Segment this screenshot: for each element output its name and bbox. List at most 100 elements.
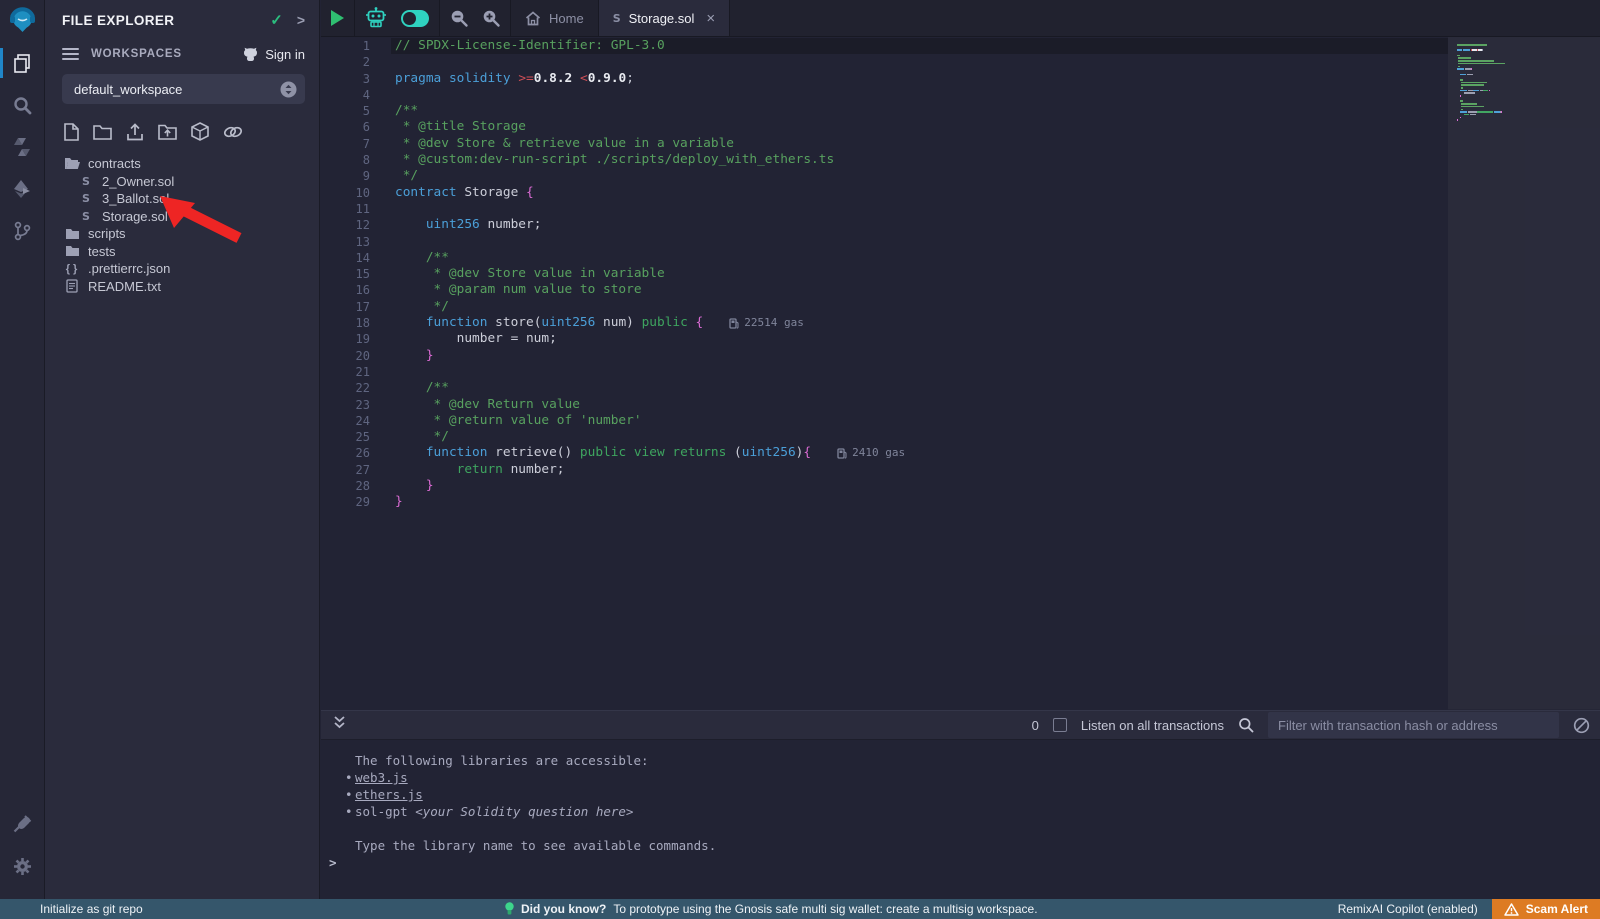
sidebar-item-solidity-compiler[interactable] [0,126,45,168]
upload-file-button[interactable] [126,123,144,141]
publish-box-button[interactable] [191,122,209,141]
code-editor[interactable]: 1// SPDX-License-Identifier: GPL-3.023pr… [321,37,1600,710]
tree-item-tests[interactable]: tests [45,243,319,261]
code-line-11[interactable]: 11 [321,201,1448,217]
sidebar-item-deploy-and-run[interactable] [0,168,45,210]
code-line-22[interactable]: 22 /** [321,380,1448,396]
line-number: 12 [321,217,391,233]
terminal-prompt: > [329,855,337,870]
solidity-icon: S [78,210,94,223]
workspace-select[interactable]: default_workspace [62,74,305,104]
git-init-button[interactable]: Initialize as git repo [0,902,143,916]
terminal-line [345,820,1600,837]
code-line-7[interactable]: 7 * @dev Store & retrieve value in a var… [321,136,1448,152]
solidity-icon: S [78,175,94,188]
terminal-line: Type the library name to see available c… [345,837,1600,854]
new-file-button[interactable] [64,123,79,141]
line-number: 5 [321,103,391,119]
code-line-28[interactable]: 28 } [321,478,1448,494]
code-line-16[interactable]: 16 * @param num value to store [321,282,1448,298]
tree-item-label: 3_Ballot.sol [102,191,169,206]
code-line-26[interactable]: 26 function retrieve() public view retur… [321,445,1448,461]
link-button[interactable] [223,124,243,140]
code-line-2[interactable]: 2 [321,54,1448,70]
code-line-18[interactable]: 18 function store(uint256 num) public {2… [321,315,1448,331]
folder-icon [64,245,80,257]
line-number: 20 [321,348,391,364]
line-number: 7 [321,136,391,152]
code-line-21[interactable]: 21 [321,364,1448,380]
terminal-line: •sol-gpt <your Solidity question here> [345,803,1600,820]
tab-storage-sol[interactable]: S Storage.sol × [598,0,730,36]
terminal[interactable]: The following libraries are accessible:•… [321,740,1600,899]
code-line-20[interactable]: 20 } [321,348,1448,364]
terminal-search-icon[interactable] [1238,717,1254,733]
sidebar-item-file-explorer[interactable] [0,42,45,84]
sidebar-item-settings[interactable] [0,845,45,887]
code-line-1[interactable]: 1// SPDX-License-Identifier: GPL-3.0 [321,38,1448,54]
line-number: 29 [321,494,391,510]
upload-folder-button[interactable] [158,123,177,140]
terminal-link[interactable]: ethers.js [355,787,423,802]
workspaces-label: WORKSPACES [91,48,242,60]
tab-close-icon[interactable]: × [706,10,715,27]
sidebar-item-search[interactable] [0,84,45,126]
listen-checkbox[interactable] [1053,718,1067,732]
code-line-8[interactable]: 8 * @custom:dev-run-script ./scripts/dep… [321,152,1448,168]
code-line-24[interactable]: 24 * @return value of 'number' [321,413,1448,429]
code-line-4[interactable]: 4 [321,87,1448,103]
remix-logo[interactable] [0,0,45,42]
tree-item-scripts[interactable]: scripts [45,225,319,243]
clear-console-icon[interactable] [1573,717,1590,734]
code-line-6[interactable]: 6 * @title Storage [321,119,1448,135]
sign-in-button[interactable]: Sign in [242,47,305,62]
code-line-17[interactable]: 17 */ [321,299,1448,315]
line-number: 23 [321,397,391,413]
tree-item-storage-sol[interactable]: SStorage.sol [45,208,319,226]
code-line-19[interactable]: 19 number = num; [321,331,1448,347]
zoom-in-button[interactable] [482,9,500,27]
code-line-29[interactable]: 29} [321,494,1448,510]
scam-alert-button[interactable]: Scam Alert [1492,899,1600,919]
new-folder-button[interactable] [93,124,112,140]
workspaces-menu-icon[interactable] [62,48,79,60]
listen-label: Listen on all transactions [1081,718,1224,733]
ai-copilot-button[interactable] [365,7,387,29]
folder-icon [64,228,80,240]
transaction-filter-input[interactable] [1268,712,1559,738]
tree-item-2-owner-sol[interactable]: S2_Owner.sol [45,173,319,191]
did-you-know-tip: Did you know? To prototype using the Gno… [505,902,1038,916]
terminal-line: •web3.js [345,769,1600,786]
code-line-12[interactable]: 12 uint256 number; [321,217,1448,233]
tree-item-label: tests [88,244,115,259]
tip-text: To prototype using the Gnosis safe multi… [613,902,1037,916]
code-line-3[interactable]: 3pragma solidity >=0.8.2 <0.9.0; [321,71,1448,87]
code-line-15[interactable]: 15 * @dev Store value in variable [321,266,1448,282]
sidebar-item-plugin-manager[interactable] [0,803,45,845]
code-line-13[interactable]: 13 [321,234,1448,250]
code-line-9[interactable]: 9 */ [321,168,1448,184]
code-line-5[interactable]: 5/** [321,103,1448,119]
code-line-23[interactable]: 23 * @dev Return value [321,397,1448,413]
chevron-right-icon[interactable]: > [297,12,305,28]
tree-item-contracts[interactable]: contracts [45,155,319,173]
terminal-line: •ethers.js [345,786,1600,803]
tree-item-3-ballot-sol[interactable]: S3_Ballot.sol [45,190,319,208]
zoom-in-icon [482,9,500,27]
terminal-link[interactable]: web3.js [355,770,408,785]
tree-item--prettierrc-json[interactable]: { }.prettierrc.json [45,260,319,278]
copilot-status[interactable]: RemixAI Copilot (enabled) [1338,902,1478,916]
run-script-button[interactable] [331,10,344,26]
sidebar-item-git[interactable] [0,210,45,252]
code-line-25[interactable]: 25 */ [321,429,1448,445]
terminal-expand-button[interactable] [333,715,346,735]
tree-item-readme-txt[interactable]: README.txt [45,278,319,296]
code-line-10[interactable]: 10contract Storage { [321,185,1448,201]
copilot-toggle[interactable] [401,10,429,27]
zoom-out-button[interactable] [450,9,468,27]
code-line-27[interactable]: 27 return number; [321,462,1448,478]
code-line-14[interactable]: 14 /** [321,250,1448,266]
line-number: 26 [321,445,391,461]
minimap[interactable] [1448,37,1600,710]
tab-home[interactable]: Home [511,0,598,36]
